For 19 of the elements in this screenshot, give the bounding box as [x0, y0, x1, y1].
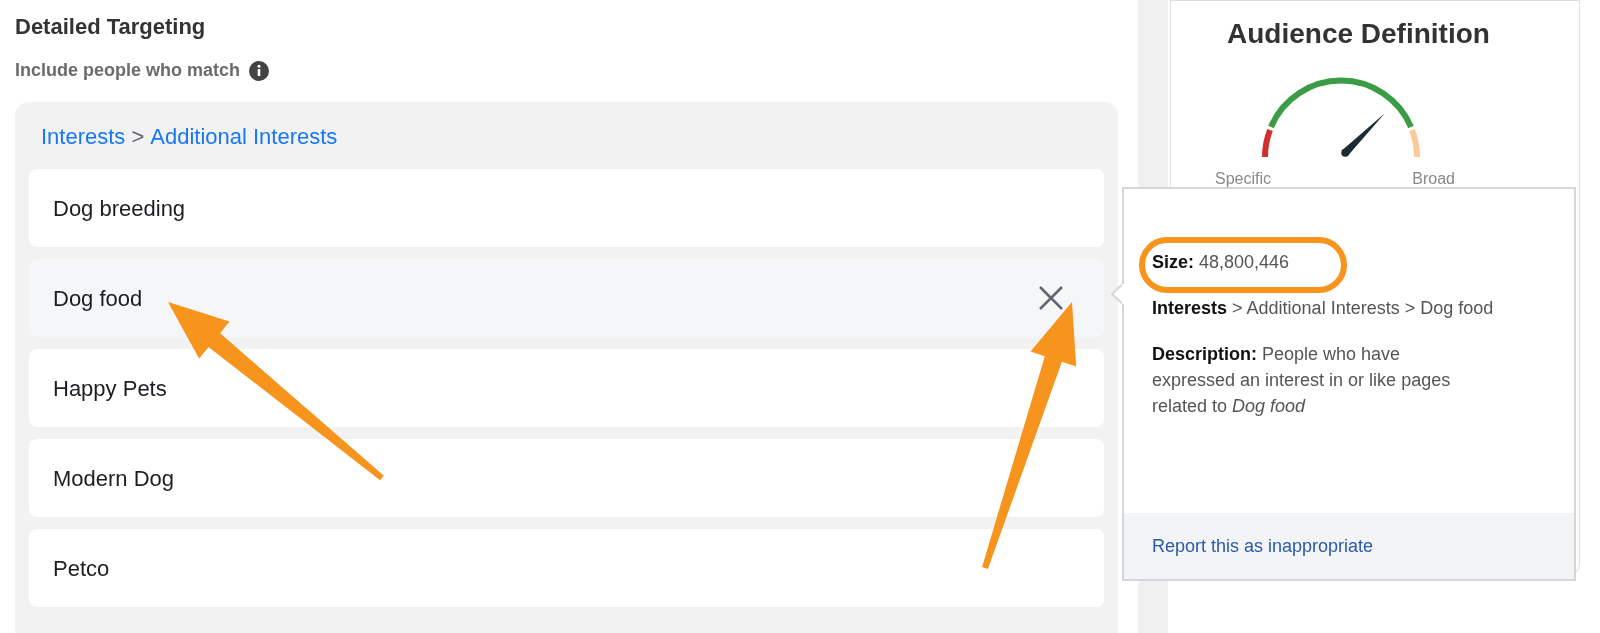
interest-description: Description: People who have expressed an interest in or like pages related to Dog food: [1152, 343, 1452, 418]
section-subtitle: Include people who match: [15, 59, 241, 82]
breadcrumb-separator: >: [131, 123, 145, 151]
gauge-needle: [1341, 113, 1385, 157]
gauge-label: Broad: [1412, 169, 1455, 189]
audience-size: Size: 48,800,446: [1152, 251, 1291, 274]
breadcrumb-link[interactable]: Additional Interests: [150, 120, 338, 153]
interest-path: Interests > Additional Interests > Dog food: [1152, 297, 1495, 320]
close-icon[interactable]: [1038, 285, 1064, 311]
interest-item[interactable]: Happy Pets: [29, 349, 1104, 427]
gauge-label: Specific: [1215, 169, 1272, 189]
interest-item[interactable]: Dog food: [29, 259, 1104, 337]
card-title: Audience Definition: [1227, 17, 1491, 51]
interest-item[interactable]: Dog breeding: [29, 169, 1104, 247]
info-icon[interactable]: [248, 59, 271, 82]
interest-item[interactable]: Petco: [29, 529, 1104, 607]
interest-item[interactable]: Modern Dog: [29, 439, 1104, 517]
breadcrumb-link[interactable]: Interests: [41, 120, 126, 153]
section-title: Detailed Targeting: [15, 13, 207, 41]
